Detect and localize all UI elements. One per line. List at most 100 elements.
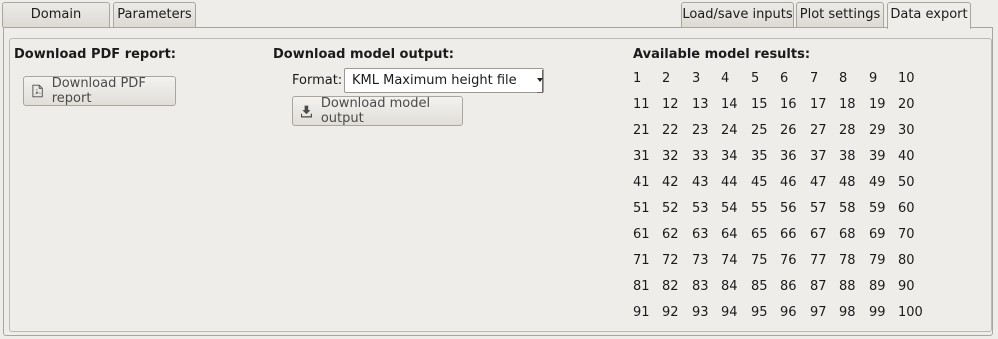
result-link[interactable]: 66 <box>780 222 797 248</box>
result-link[interactable]: 32 <box>662 144 679 170</box>
download-pdf-button[interactable]: Download PDF report <box>23 76 176 106</box>
result-link[interactable]: 54 <box>721 196 738 222</box>
result-link[interactable]: 59 <box>869 196 886 222</box>
result-link[interactable]: 98 <box>839 300 856 326</box>
result-link[interactable]: 69 <box>869 222 886 248</box>
result-link[interactable]: 61 <box>633 222 650 248</box>
result-link[interactable]: 72 <box>662 248 679 274</box>
format-select[interactable]: KML Maximum height file <box>344 68 544 93</box>
result-link[interactable]: 6 <box>780 66 788 92</box>
result-link[interactable]: 99 <box>869 300 886 326</box>
result-link[interactable]: 68 <box>839 222 856 248</box>
result-link[interactable]: 78 <box>839 248 856 274</box>
result-link[interactable]: 73 <box>692 248 709 274</box>
result-link[interactable]: 60 <box>898 196 915 222</box>
result-link[interactable]: 42 <box>662 170 679 196</box>
result-link[interactable]: 96 <box>780 300 797 326</box>
result-link[interactable]: 79 <box>869 248 886 274</box>
result-link[interactable]: 31 <box>633 144 650 170</box>
result-link[interactable]: 34 <box>721 144 738 170</box>
result-link[interactable]: 46 <box>780 170 797 196</box>
result-link[interactable]: 45 <box>751 170 768 196</box>
download-model-output-button[interactable]: Download model output <box>292 96 463 126</box>
result-link[interactable]: 100 <box>898 300 923 326</box>
result-link[interactable]: 36 <box>780 144 797 170</box>
result-link[interactable]: 57 <box>810 196 827 222</box>
result-link[interactable]: 48 <box>839 170 856 196</box>
result-link[interactable]: 91 <box>633 300 650 326</box>
result-link[interactable]: 16 <box>780 92 797 118</box>
tab-plot-settings[interactable]: Plot settings <box>796 2 884 27</box>
tab-parameters[interactable]: Parameters <box>113 2 196 27</box>
result-link[interactable]: 89 <box>869 274 886 300</box>
result-link[interactable]: 22 <box>662 118 679 144</box>
result-link[interactable]: 5 <box>751 66 759 92</box>
result-link[interactable]: 11 <box>633 92 650 118</box>
result-link[interactable]: 71 <box>633 248 650 274</box>
result-link[interactable]: 20 <box>898 92 915 118</box>
result-link[interactable]: 47 <box>810 170 827 196</box>
result-link[interactable]: 27 <box>810 118 827 144</box>
result-link[interactable]: 35 <box>751 144 768 170</box>
result-link[interactable]: 83 <box>692 274 709 300</box>
result-link[interactable]: 29 <box>869 118 886 144</box>
result-link[interactable]: 51 <box>633 196 650 222</box>
result-link[interactable]: 40 <box>898 144 915 170</box>
result-link[interactable]: 86 <box>780 274 797 300</box>
result-link[interactable]: 56 <box>780 196 797 222</box>
result-link[interactable]: 28 <box>839 118 856 144</box>
result-link[interactable]: 10 <box>898 66 915 92</box>
result-link[interactable]: 82 <box>662 274 679 300</box>
result-link[interactable]: 74 <box>721 248 738 274</box>
result-link[interactable]: 58 <box>839 196 856 222</box>
result-link[interactable]: 76 <box>780 248 797 274</box>
result-link[interactable]: 53 <box>692 196 709 222</box>
result-link[interactable]: 38 <box>839 144 856 170</box>
result-link[interactable]: 55 <box>751 196 768 222</box>
result-link[interactable]: 4 <box>721 66 729 92</box>
result-link[interactable]: 17 <box>810 92 827 118</box>
result-link[interactable]: 67 <box>810 222 827 248</box>
tab-domain-settings[interactable]: Domain settings <box>2 2 110 45</box>
result-link[interactable]: 37 <box>810 144 827 170</box>
result-link[interactable]: 43 <box>692 170 709 196</box>
result-link[interactable]: 63 <box>692 222 709 248</box>
result-link[interactable]: 39 <box>869 144 886 170</box>
result-link[interactable]: 92 <box>662 300 679 326</box>
result-link[interactable]: 2 <box>662 66 670 92</box>
result-link[interactable]: 50 <box>898 170 915 196</box>
result-link[interactable]: 81 <box>633 274 650 300</box>
result-link[interactable]: 30 <box>898 118 915 144</box>
result-link[interactable]: 9 <box>869 66 877 92</box>
result-link[interactable]: 77 <box>810 248 827 274</box>
result-link[interactable]: 12 <box>662 92 679 118</box>
result-link[interactable]: 62 <box>662 222 679 248</box>
result-link[interactable]: 44 <box>721 170 738 196</box>
result-link[interactable]: 65 <box>751 222 768 248</box>
result-link[interactable]: 80 <box>898 248 915 274</box>
result-link[interactable]: 23 <box>692 118 709 144</box>
tab-load-save-inputs[interactable]: Load/save inputs <box>681 2 794 27</box>
result-link[interactable]: 33 <box>692 144 709 170</box>
tab-data-export[interactable]: Data export <box>887 2 971 29</box>
result-link[interactable]: 70 <box>898 222 915 248</box>
result-link[interactable]: 3 <box>692 66 700 92</box>
result-link[interactable]: 7 <box>810 66 818 92</box>
result-link[interactable]: 14 <box>721 92 738 118</box>
result-link[interactable]: 8 <box>839 66 847 92</box>
result-link[interactable]: 25 <box>751 118 768 144</box>
result-link[interactable]: 21 <box>633 118 650 144</box>
result-link[interactable]: 95 <box>751 300 768 326</box>
result-link[interactable]: 18 <box>839 92 856 118</box>
result-link[interactable]: 1 <box>633 66 641 92</box>
result-link[interactable]: 19 <box>869 92 886 118</box>
result-link[interactable]: 41 <box>633 170 650 196</box>
result-link[interactable]: 87 <box>810 274 827 300</box>
result-link[interactable]: 93 <box>692 300 709 326</box>
result-link[interactable]: 75 <box>751 248 768 274</box>
result-link[interactable]: 49 <box>869 170 886 196</box>
result-link[interactable]: 90 <box>898 274 915 300</box>
result-link[interactable]: 52 <box>662 196 679 222</box>
result-link[interactable]: 24 <box>721 118 738 144</box>
result-link[interactable]: 97 <box>810 300 827 326</box>
